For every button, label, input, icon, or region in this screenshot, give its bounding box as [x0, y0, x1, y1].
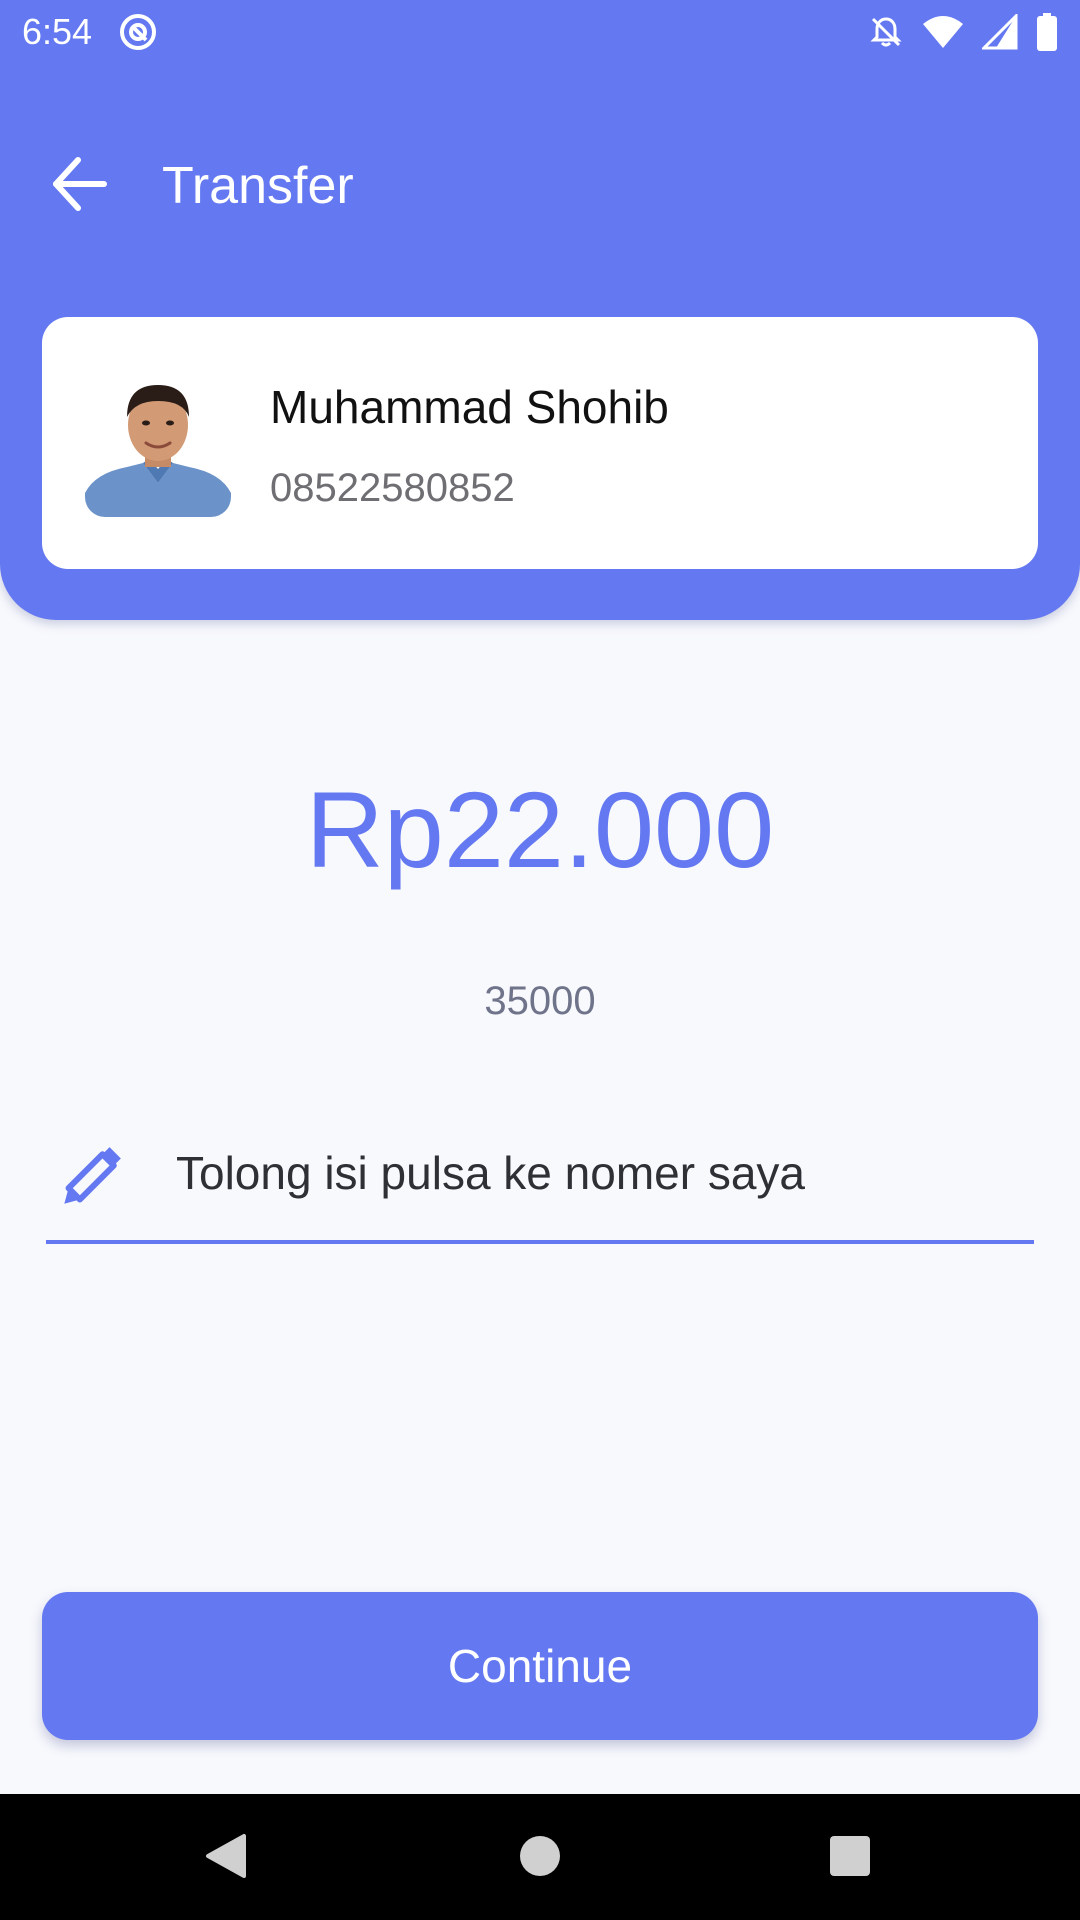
continue-button-label: Continue — [447, 1640, 633, 1692]
transfer-amount: Rp22.000 — [305, 769, 775, 890]
recents-square-icon — [829, 1835, 871, 1882]
page-title: Transfer — [162, 157, 354, 215]
nav-back-button[interactable] — [194, 1826, 258, 1890]
recipient-phone: 08522580852 — [270, 466, 515, 510]
avatar — [85, 371, 231, 517]
toolbar: Transfer — [0, 140, 1080, 232]
cell-signal-icon — [982, 14, 1018, 50]
nav-home-button[interactable] — [508, 1826, 572, 1890]
note-field[interactable]: Tolong isi pulsa ke nomer saya — [46, 1120, 1034, 1244]
notifications-off-icon — [868, 14, 904, 50]
status-bar: 6:54 — [0, 0, 1080, 64]
continue-button[interactable]: Continue — [42, 1592, 1038, 1740]
battery-icon — [1036, 13, 1058, 51]
recipient-name: Muhammad Shohib — [270, 381, 669, 433]
back-triangle-icon — [204, 1832, 248, 1885]
wifi-icon — [922, 14, 964, 50]
secondary-amount: 35000 — [484, 979, 596, 1023]
status-icons — [868, 12, 1058, 52]
recipient-card: Muhammad Shohib 08522580852 — [42, 317, 1038, 569]
pencil-icon — [56, 1136, 132, 1212]
home-circle-icon — [518, 1834, 562, 1883]
system-nav-bar — [0, 1794, 1080, 1920]
at-sign-icon — [118, 12, 158, 52]
note-input-value: Tolong isi pulsa ke nomer saya — [176, 1147, 805, 1199]
arrow-left-icon — [50, 156, 110, 217]
back-button[interactable] — [44, 154, 116, 218]
header-background: 6:54 Transfer Muhammad Shohib 0852258085… — [0, 0, 1080, 620]
status-time: 6:54 — [22, 11, 93, 52]
nav-recents-button[interactable] — [818, 1826, 882, 1890]
